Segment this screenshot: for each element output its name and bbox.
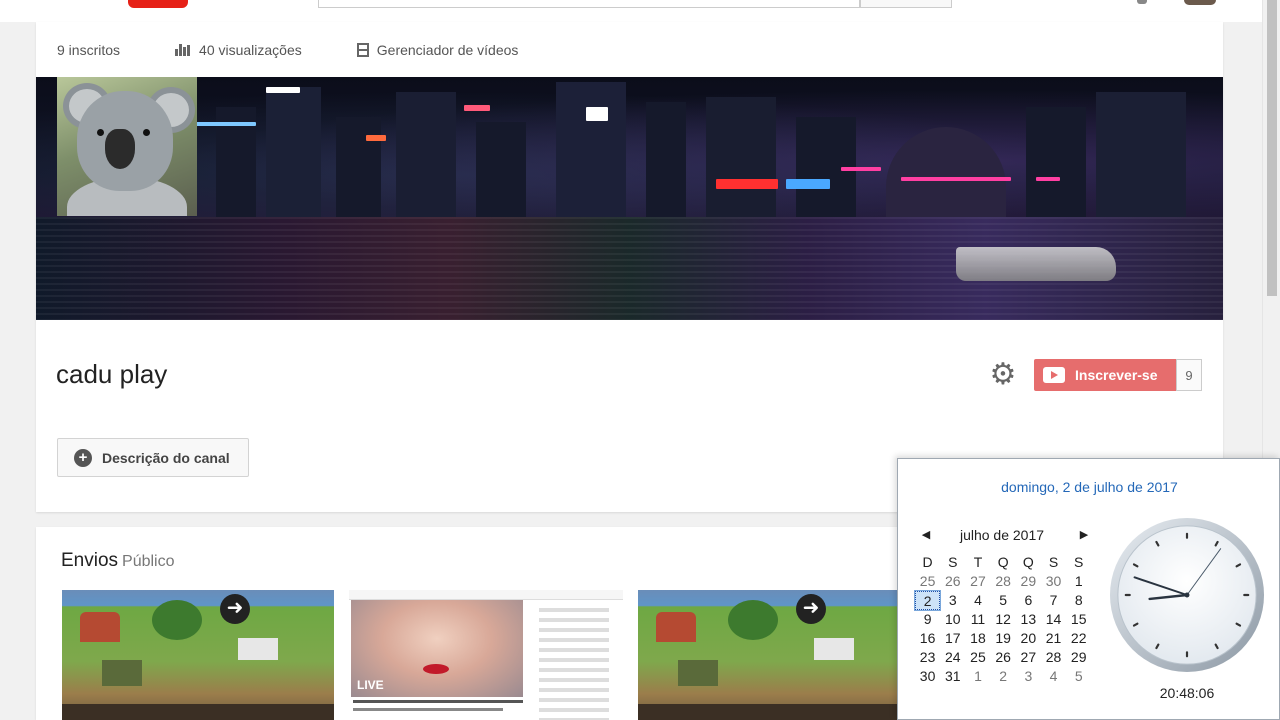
calendar-day[interactable]: 2 [991, 667, 1016, 686]
youtube-logo[interactable] [128, 0, 188, 8]
video-manager-label: Gerenciador de vídeos [376, 41, 519, 58]
next-month-icon[interactable]: ▶ [1074, 525, 1094, 545]
youtube-play-icon [1043, 367, 1065, 383]
calendar-day[interactable]: 21 [1041, 629, 1066, 648]
calendar-day[interactable]: 4 [1041, 667, 1066, 686]
weekday-header: S [948, 554, 958, 570]
calendar-day[interactable]: 27 [965, 572, 990, 591]
calendar-day[interactable]: 28 [991, 572, 1016, 591]
calendar-grid: D S T Q Q S S 25 26 27 28 29 30 1 2 3 4 5 6 7 8 9 10 11 12 13 14 15… [913, 553, 1091, 686]
calendar-day[interactable]: 5 [1066, 667, 1091, 686]
uploads-heading[interactable]: Envios Público [61, 550, 175, 572]
subscribers-label: 9 inscritos [57, 41, 121, 58]
calendar-day[interactable]: 3 [940, 591, 965, 610]
clock-time: 20:48:06 [1159, 685, 1215, 701]
calendar-day[interactable]: 17 [940, 629, 965, 648]
scrollbar-thumb[interactable] [1267, 0, 1277, 296]
subscriber-count-badge: 9 [1176, 359, 1202, 391]
subscribers-stat[interactable]: 9 inscritos [57, 42, 120, 58]
video-manager-link[interactable]: Gerenciador de vídeos [356, 41, 519, 58]
calendar-day[interactable]: 23 [915, 648, 940, 667]
search-button[interactable] [860, 0, 952, 8]
calendar-day[interactable]: 19 [991, 629, 1016, 648]
calendar-day[interactable]: 24 [940, 648, 965, 667]
weekday-header: D [922, 554, 933, 570]
account-avatar[interactable] [1184, 0, 1216, 5]
views-stat[interactable]: 40 visualizações [175, 42, 302, 58]
calendar-day[interactable]: 29 [1016, 572, 1041, 591]
video-manager-icon [356, 42, 369, 57]
calendar-day[interactable]: 25 [915, 572, 940, 591]
upload-icon[interactable] [1137, 0, 1147, 4]
clock-center [1184, 592, 1190, 598]
weekday-header: S [1074, 554, 1084, 570]
calendar-day[interactable]: 3 [1016, 667, 1041, 686]
calendar-flyout: domingo, 2 de julho de 2017 ◀ julho de 2… [897, 458, 1280, 720]
calendar-day[interactable]: 1 [1066, 572, 1091, 591]
calendar-day[interactable]: 12 [991, 610, 1016, 629]
weekday-header: Q [997, 554, 1009, 570]
arrow-right-icon: ➜ [796, 594, 826, 624]
calendar-day[interactable]: 15 [1066, 610, 1091, 629]
channel-stats-bar: 9 inscritos 40 visualizações Gerenciador… [36, 22, 1223, 77]
weekday-header: T [973, 554, 983, 570]
uploads-visibility: Público [122, 553, 175, 570]
channel-banner [36, 77, 1223, 320]
channel-header-card: 9 inscritos 40 visualizações Gerenciador… [36, 22, 1223, 512]
calendar-day[interactable]: 20 [1016, 629, 1041, 648]
calendar-day[interactable]: 6 [1016, 591, 1041, 610]
calendar-day[interactable]: 30 [1041, 572, 1066, 591]
analog-clock [1109, 517, 1265, 673]
calendar-day[interactable]: 22 [1066, 629, 1091, 648]
calendar-day[interactable]: 2 [913, 590, 942, 611]
calendar-day[interactable]: 26 [991, 648, 1016, 667]
boat-image [956, 247, 1116, 281]
views-label: 40 visualizações [199, 41, 302, 58]
calendar-day[interactable]: 14 [1041, 610, 1066, 629]
calendar-day[interactable]: 5 [991, 591, 1016, 610]
subscribe-button[interactable]: Inscrever-se [1034, 359, 1176, 391]
video-thumbnail[interactable]: ➜ [62, 590, 334, 720]
calendar-day[interactable]: 28 [1041, 648, 1066, 667]
video-thumbnail[interactable]: ➜ [638, 590, 898, 720]
calendar-day[interactable]: 13 [1016, 610, 1041, 629]
video-thumbnail[interactable]: LIVE [349, 590, 623, 720]
subscribe-label: Inscrever-se [1075, 367, 1158, 383]
channel-description-button[interactable]: + Descrição do canal [57, 438, 249, 477]
weekday-header: Q [1022, 554, 1034, 570]
calendar-day[interactable]: 25 [965, 648, 990, 667]
weekday-header: S [1048, 554, 1059, 570]
calendar-day[interactable]: 27 [1016, 648, 1041, 667]
full-date-link[interactable]: domingo, 2 de julho de 2017 [898, 479, 1280, 495]
search-input[interactable] [318, 0, 860, 8]
calendar-day[interactable]: 29 [1066, 648, 1091, 667]
calendar-day[interactable]: 11 [965, 610, 990, 629]
month-label[interactable]: julho de 2017 [942, 525, 1062, 545]
calendar-day[interactable]: 10 [940, 610, 965, 629]
gear-icon[interactable]: ⚙ [988, 360, 1018, 390]
calendar-day[interactable]: 7 [1041, 591, 1066, 610]
calendar-day[interactable]: 26 [940, 572, 965, 591]
masthead [0, 0, 1262, 22]
analytics-bars-icon [175, 43, 191, 56]
calendar-nav: ◀ julho de 2017 ▶ [912, 525, 1092, 545]
live-overlay-text: LIVE [357, 678, 384, 692]
previous-month-icon[interactable]: ◀ [916, 525, 936, 545]
arrow-right-icon: ➜ [220, 594, 250, 624]
channel-description-label: Descrição do canal [102, 449, 230, 466]
calendar-day[interactable]: 1 [965, 667, 990, 686]
channel-avatar-koala[interactable] [57, 77, 197, 216]
plus-circle-icon: + [74, 448, 92, 467]
calendar-day[interactable]: 30 [915, 667, 940, 686]
channel-name: cadu play [56, 359, 168, 389]
calendar-day[interactable]: 16 [915, 629, 940, 648]
calendar-day[interactable]: 31 [940, 667, 965, 686]
calendar-day[interactable]: 8 [1066, 591, 1091, 610]
calendar-day[interactable]: 9 [915, 610, 940, 629]
uploads-title: Envios [61, 550, 119, 571]
calendar-day[interactable]: 18 [965, 629, 990, 648]
calendar-day[interactable]: 4 [965, 591, 990, 610]
